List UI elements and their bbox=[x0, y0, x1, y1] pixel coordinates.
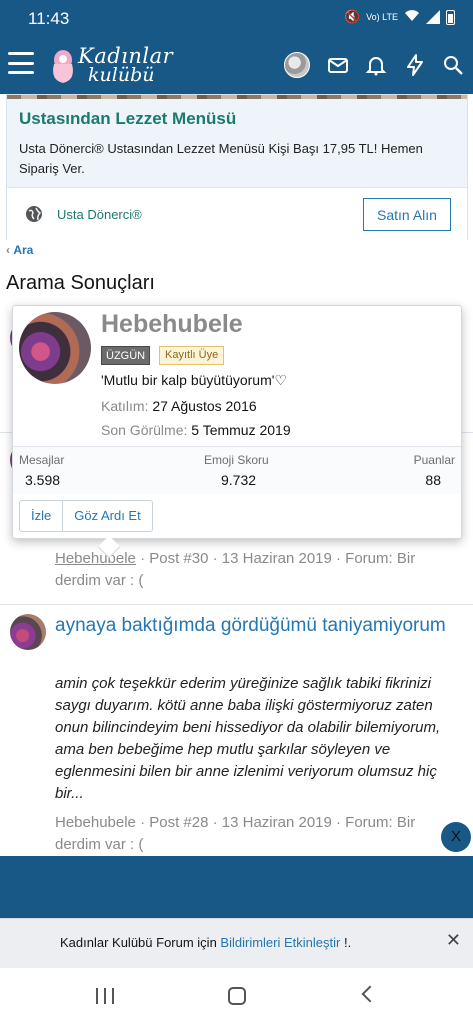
logo-text-line2: kulübü bbox=[88, 64, 155, 86]
search-icon[interactable] bbox=[441, 53, 465, 77]
mute-icon: 🔇 bbox=[343, 9, 361, 24]
role-badge: Kayıtlı Üye bbox=[159, 346, 225, 365]
buy-button[interactable]: Satın Alın bbox=[363, 198, 451, 231]
last-seen-value: 5 Temmuz 2019 bbox=[191, 422, 291, 438]
home-icon[interactable] bbox=[228, 987, 246, 1005]
mail-icon[interactable] bbox=[326, 53, 350, 77]
notification-text: Kadınlar Kulübü Forum için Bildirimleri … bbox=[60, 935, 351, 950]
stat-label-emoji-score: Emoji Skoru bbox=[204, 453, 269, 467]
enable-notifications-link[interactable]: Bildirimleri Etkinleştir bbox=[220, 935, 340, 950]
result-snippet: amin çok teşekkür ederim yüreğinize sağl… bbox=[55, 675, 441, 802]
result-author-link[interactable]: Hebehubele bbox=[55, 814, 136, 831]
page-footer bbox=[0, 856, 473, 918]
status-badge: ÜZGÜN bbox=[101, 346, 151, 365]
wifi-icon bbox=[404, 9, 420, 25]
close-icon[interactable]: ✕ bbox=[446, 930, 461, 951]
result-avatar[interactable] bbox=[10, 614, 46, 650]
tooltip-actions: İzle Göz Ardı Et bbox=[19, 500, 153, 532]
status-bar: 11:43 🔇 Vo) LTE bbox=[0, 0, 473, 38]
bolt-icon[interactable] bbox=[403, 53, 427, 77]
stat-value-emoji-score: 9.732 bbox=[221, 472, 257, 488]
stat-label-points: Puanlar bbox=[413, 453, 455, 467]
joined-row: Katılım: 27 Ağustos 2016 bbox=[101, 398, 257, 414]
member-status-message: 'Mutlu bir kalp büyütüyorum'♡ bbox=[101, 372, 287, 388]
member-stats: Mesajlar 3.598 Emoji Skoru 9.732 Puanlar… bbox=[13, 446, 461, 494]
notification-text-after: !. bbox=[340, 935, 352, 950]
stat-value-points: 88 bbox=[425, 472, 441, 488]
follow-button[interactable]: İzle bbox=[20, 501, 62, 531]
notification-text-before: Kadınlar Kulübü Forum için bbox=[60, 935, 221, 950]
signal-icon bbox=[426, 10, 440, 24]
globe-icon bbox=[26, 206, 42, 222]
divider bbox=[0, 604, 473, 605]
last-seen-label: Son Görülme: bbox=[101, 422, 188, 438]
page-title: Arama Sonuçları bbox=[6, 272, 155, 294]
bell-icon[interactable] bbox=[364, 53, 388, 77]
ignore-button[interactable]: Göz Ardı Et bbox=[62, 501, 151, 531]
ad-description: Usta Dönerci® Ustasından Lezzet Menüsü K… bbox=[19, 141, 423, 176]
member-avatar[interactable] bbox=[19, 312, 91, 384]
ad-title[interactable]: Ustasından Lezzet Menüsü bbox=[19, 109, 236, 129]
recents-icon[interactable] bbox=[96, 988, 114, 1004]
ad-card[interactable]: Ustasından Lezzet Menüsü Usta Dönerci® U… bbox=[6, 94, 468, 241]
joined-label: Katılım: bbox=[101, 398, 149, 414]
user-avatar[interactable] bbox=[284, 52, 310, 78]
menu-icon[interactable] bbox=[8, 52, 34, 74]
ad-brand: Usta Dönerci® bbox=[57, 207, 142, 222]
battery-icon bbox=[446, 9, 455, 25]
breadcrumb[interactable]: ‹ Ara bbox=[6, 243, 33, 257]
result-title-link[interactable]: aynaya baktığımda gördüğümü taniyamiyoru… bbox=[55, 612, 455, 640]
joined-value: 27 Ağustos 2016 bbox=[152, 398, 257, 414]
member-name[interactable]: Hebehubele bbox=[101, 310, 243, 339]
floating-close-button[interactable]: X bbox=[441, 822, 471, 852]
system-nav-bar bbox=[0, 968, 473, 1024]
status-icons: 🔇 Vo) LTE bbox=[344, 9, 455, 25]
lte-indicator: Vo) LTE bbox=[366, 12, 398, 22]
breadcrumb-label[interactable]: Ara bbox=[13, 243, 33, 257]
logo-mark-icon bbox=[53, 50, 73, 83]
ad-image-strip bbox=[7, 95, 467, 99]
site-logo[interactable]: Kadınlar kulübü bbox=[48, 42, 173, 88]
app-header: Kadınlar kulübü bbox=[0, 38, 473, 94]
stat-label-messages: Mesajlar bbox=[19, 453, 65, 467]
member-tooltip: Hebehubele ÜZGÜN Kayıtlı Üye 'Mutlu bir … bbox=[12, 305, 462, 559]
ad-footer: Usta Dönerci® Satın Alın bbox=[7, 187, 467, 241]
last-seen-row: Son Görülme: 5 Temmuz 2019 bbox=[101, 422, 291, 438]
notification-banner: Kadınlar Kulübü Forum için Bildirimleri … bbox=[0, 918, 473, 968]
result-meta: Hebehubele · Post #30 · 13 Haziran 2019 … bbox=[55, 548, 465, 592]
stat-value-messages: 3.598 bbox=[25, 472, 61, 488]
result-meta: Hebehubele · Post #28 · 13 Haziran 2019 … bbox=[55, 812, 465, 856]
back-icon[interactable] bbox=[361, 985, 379, 1003]
status-time: 11:43 bbox=[28, 9, 70, 28]
result-author-link[interactable]: Hebehubele bbox=[55, 550, 136, 567]
